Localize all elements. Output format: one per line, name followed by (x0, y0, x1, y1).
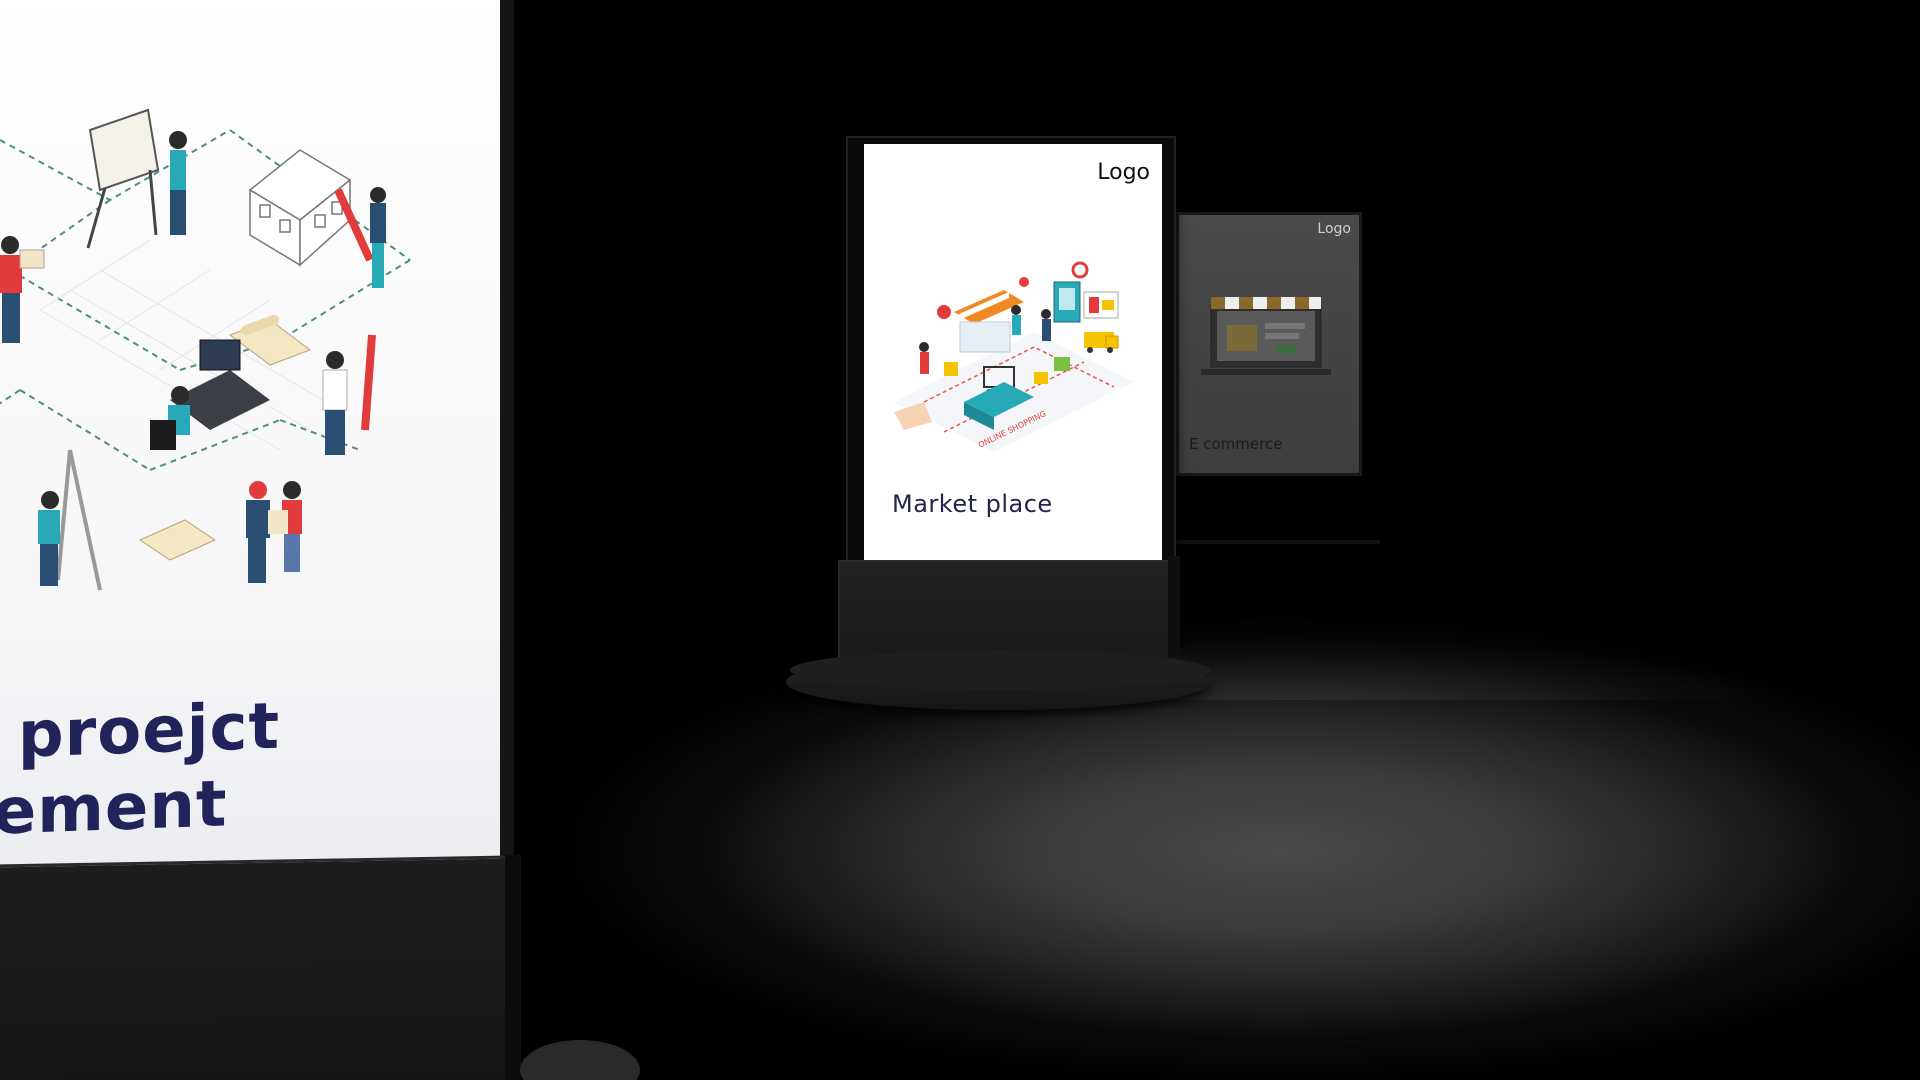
kiosk-logo: Logo (1097, 160, 1150, 185)
ecommerce-storefront-illustration (1201, 297, 1331, 375)
online-shopping-illustration: ONLINE SHOPPING (894, 261, 1134, 452)
house-sketch (248, 149, 352, 267)
exhibition-scene: r proejct gement Logo (0, 0, 1920, 1080)
blueprint-roll-2 (138, 519, 217, 561)
compass-figure (38, 449, 102, 591)
far-display-board: Logo E commerce (1176, 212, 1362, 476)
delivery-truck (1084, 332, 1119, 353)
project-management-illustration (0, 108, 411, 591)
pencil-figure (334, 187, 386, 288)
easel-figure (86, 108, 187, 249)
left-board-title: r proejct gement (0, 681, 500, 852)
floor-haze (520, 560, 1920, 700)
left-title-line2: gement (0, 767, 228, 852)
kiosk-base-side (1168, 556, 1180, 668)
blueprint-roll-1 (228, 314, 312, 366)
two-workers (246, 481, 302, 583)
kiosk-pedestal-top (790, 650, 1210, 690)
pencil-man (322, 334, 376, 455)
left-board-base-edge (505, 855, 521, 1080)
kiosk-title: Market place (892, 490, 1053, 518)
far-board-base (1160, 540, 1380, 544)
far-board-logo: Logo (1317, 221, 1351, 237)
red-shirt-figure (0, 236, 45, 343)
left-display-board: r proejct gement (0, 0, 514, 870)
far-board-title: E commerce (1189, 435, 1283, 453)
kiosk-screen: Logo ONLINE SHOPPING Market place (864, 144, 1162, 560)
left-board-base (0, 855, 520, 1080)
